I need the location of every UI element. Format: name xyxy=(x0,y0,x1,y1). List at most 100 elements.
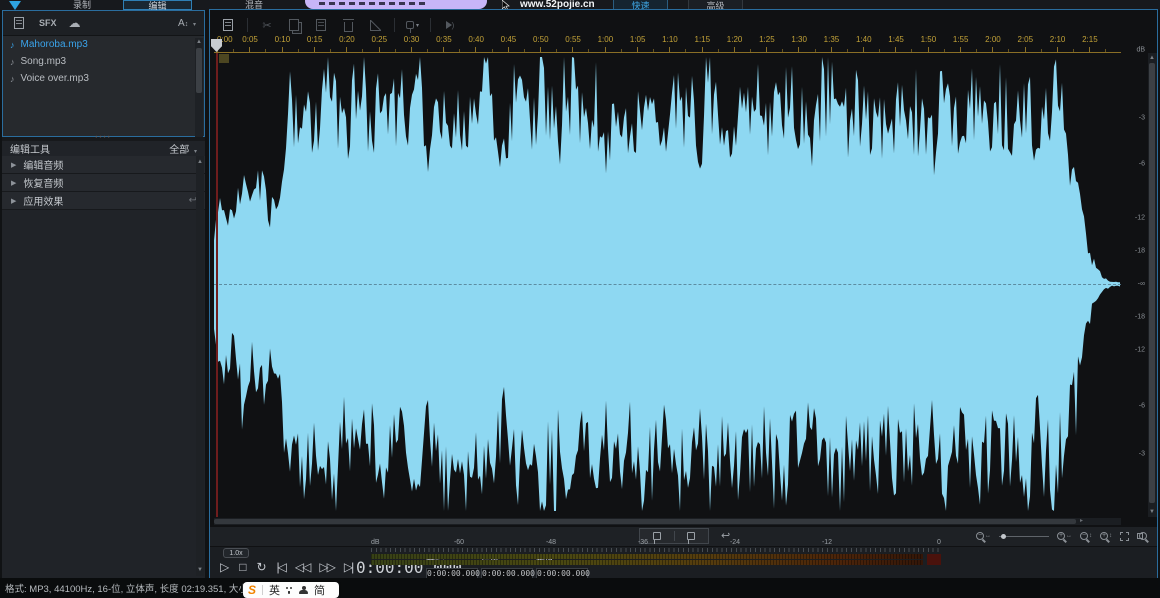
filter-dropdown[interactable]: 全部 ▾ xyxy=(169,141,197,156)
meter-bar-left xyxy=(371,554,923,559)
fast-forward-button[interactable]: ▷▷ xyxy=(319,560,333,574)
expand-arrow-icon[interactable]: ▶ xyxy=(11,161,16,169)
ruler-tick xyxy=(863,47,864,52)
zoom-out-horizontal-icon[interactable]: −↔ xyxy=(976,532,991,540)
ruler-tick xyxy=(572,47,573,52)
ruler-tick xyxy=(330,49,331,52)
tab-edit[interactable]: 编辑 xyxy=(123,0,192,10)
tab-record[interactable]: 录制 xyxy=(73,0,91,10)
rewind-button[interactable]: ◁◁ xyxy=(295,560,309,574)
selection-start-handle[interactable] xyxy=(219,54,229,63)
trim-icon[interactable] xyxy=(367,17,383,33)
zoom-fit-icon[interactable] xyxy=(1120,532,1129,541)
ime-language-button[interactable]: 英 xyxy=(269,582,280,598)
ruler-time-label: 1:05 xyxy=(630,35,646,44)
ruler-tick xyxy=(395,49,396,52)
ime-simplified-button[interactable]: 简 xyxy=(314,582,325,598)
go-to-end-button[interactable]: ▷| xyxy=(344,560,352,574)
media-file-item[interactable]: ♪Song.mp3 xyxy=(3,53,204,70)
copy-icon[interactable] xyxy=(286,17,302,33)
ruler-tick xyxy=(637,47,638,52)
timeline-ruler[interactable]: 0:000:050:100:150:200:250:300:350:400:45… xyxy=(214,33,1121,53)
file-name: Song.mp3 xyxy=(21,56,67,67)
ime-skin-icon[interactable] xyxy=(299,586,308,595)
ruler-time-label: 0:10 xyxy=(275,35,291,44)
ruler-tick xyxy=(621,49,622,52)
ruler-time-label: 1:50 xyxy=(921,35,937,44)
ruler-tick xyxy=(314,47,315,52)
transport-buttons: ▷ □ ↻ |◁ ◁◁ ▷▷ ▷| xyxy=(220,560,352,574)
delete-icon[interactable] xyxy=(340,17,356,33)
ruler-time-label: 0:50 xyxy=(533,35,549,44)
scrollbar-thumb[interactable] xyxy=(196,48,202,93)
loop-button[interactable]: ↻ xyxy=(256,560,266,574)
ruler-tick xyxy=(379,47,380,52)
app-window: 录制 编辑 混音 www.52pojie.cn 快速 高级 SFX ☁ A↕ ▾… xyxy=(0,0,1160,598)
clip-properties-icon[interactable] xyxy=(220,17,236,33)
ruler-tick xyxy=(508,47,509,52)
scroll-up-icon[interactable]: ▲ xyxy=(196,158,204,166)
music-note-icon: ♪ xyxy=(10,40,15,50)
clip-indicator xyxy=(927,554,941,565)
ruler-tick xyxy=(492,49,493,52)
scrollbar-thumb[interactable] xyxy=(214,519,1076,524)
sort-dropdown[interactable]: A↕ ▾ xyxy=(178,18,196,29)
add-marker-dropdown[interactable]: ▾ xyxy=(406,17,419,33)
tool-section-label: 恢复音频 xyxy=(23,175,63,190)
ime-logo-icon[interactable]: S xyxy=(248,583,256,597)
ruler-tick xyxy=(427,49,428,52)
expand-arrow-icon[interactable]: ▶ xyxy=(11,179,16,187)
ruler-tick xyxy=(815,49,816,52)
sfx-library-button[interactable]: SFX xyxy=(39,18,57,28)
ime-toolbar: S 英 简 xyxy=(243,582,339,598)
tool-section-row[interactable]: ▶ 编辑音频 xyxy=(2,156,205,174)
toolbar-separator xyxy=(247,18,248,32)
expand-arrow-icon[interactable]: ▶ xyxy=(11,197,16,205)
media-toolbar: SFX ☁ A↕ ▾ xyxy=(3,11,204,36)
playback-speed-button[interactable]: 1.0x xyxy=(223,548,249,558)
level-meter: dB-60-48-36-24-120 xyxy=(369,539,947,569)
waveform-horizontal-scrollbar[interactable]: ▸ xyxy=(214,518,1121,525)
ruler-tick xyxy=(895,47,896,52)
notification-pill[interactable] xyxy=(305,0,487,9)
ruler-time-label: 0:55 xyxy=(565,35,581,44)
tool-section-label: 编辑音频 xyxy=(23,157,63,172)
tool-section-row[interactable]: ▶ 恢复音频 xyxy=(2,174,205,192)
zoom-to-selection-icon[interactable] xyxy=(1137,532,1147,540)
ruler-tick xyxy=(1025,47,1026,52)
cut-icon[interactable]: ✂ xyxy=(259,17,275,33)
cloud-download-icon[interactable]: ☁ xyxy=(69,16,81,30)
ruler-tick xyxy=(540,47,541,52)
waveform-display[interactable] xyxy=(214,53,1121,517)
import-media-icon[interactable] xyxy=(11,15,27,31)
media-file-item[interactable]: ♪Voice over.mp3 xyxy=(3,70,204,87)
scroll-right-icon[interactable]: ▸ xyxy=(1080,518,1083,525)
zoom-slider-knob[interactable] xyxy=(1001,534,1006,539)
scroll-up-icon[interactable]: ▲ xyxy=(195,38,203,46)
media-file-item[interactable]: ♪ Mahoroba.mp3 xyxy=(3,36,204,53)
scrollbar-thumb[interactable] xyxy=(1149,63,1155,503)
scroll-up-icon[interactable]: ▲ xyxy=(1148,54,1156,62)
play-button[interactable]: ▷ xyxy=(220,560,229,574)
go-to-start-button[interactable]: |◁ xyxy=(277,560,285,574)
waveform-vertical-scrollbar[interactable]: ▲ ▼ xyxy=(1148,53,1157,517)
ruler-time-label: 1:00 xyxy=(598,35,614,44)
ime-tools-icon[interactable] xyxy=(286,586,293,595)
scroll-down-icon[interactable]: ▼ xyxy=(1148,508,1156,516)
normalize-icon[interactable]: ) xyxy=(442,17,458,33)
zoom-slider[interactable] xyxy=(999,536,1049,537)
paste-icon[interactable] xyxy=(313,17,329,33)
tools-scrollbar[interactable]: ▲ ▼ xyxy=(196,156,204,576)
media-list-scrollbar[interactable]: ▲ xyxy=(195,38,203,137)
ruler-tick xyxy=(556,49,557,52)
file-name: Mahoroba.mp3 xyxy=(21,39,88,50)
zoom-in-horizontal-icon[interactable]: +↔ xyxy=(1057,532,1072,540)
ruler-tick xyxy=(911,49,912,52)
zoom-in-vertical-icon[interactable]: +↕ xyxy=(1100,532,1112,540)
ruler-tick xyxy=(605,47,606,52)
scroll-down-icon[interactable]: ▼ xyxy=(196,566,204,574)
tool-section-row[interactable]: ▶应用效果↩ xyxy=(2,192,205,210)
stop-button[interactable]: □ xyxy=(239,560,246,574)
sort-letter: A xyxy=(178,18,185,29)
zoom-out-vertical-icon[interactable]: −↕ xyxy=(1080,532,1092,540)
